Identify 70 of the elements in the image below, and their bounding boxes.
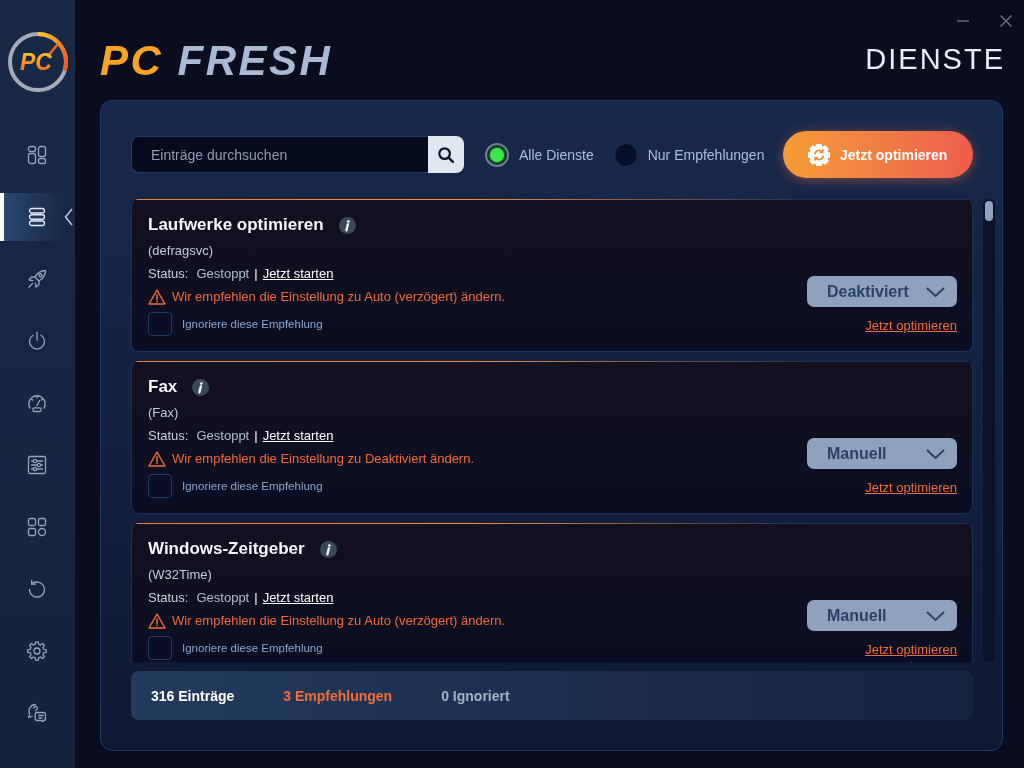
recommendation-text: Wir empfehlen die Einstellung zu Auto (verzögert) ändern. bbox=[172, 288, 506, 306]
gear-sync-icon bbox=[808, 143, 830, 166]
start-link[interactable]: Jetzt starten bbox=[262, 586, 334, 609]
summary-count: 0 Ignoriert bbox=[441, 687, 510, 704]
rocket-icon bbox=[27, 269, 47, 289]
brand-logo: PC FRESH bbox=[100, 40, 333, 82]
checkbox[interactable] bbox=[148, 474, 172, 498]
radio-label[interactable]: Alle Dienste bbox=[519, 146, 594, 163]
pipe-separator: | bbox=[254, 427, 258, 445]
info-icon[interactable] bbox=[338, 216, 356, 234]
status-value: Gestoppt bbox=[196, 427, 250, 445]
checkbox-label: Ignoriere diese Empfehlung bbox=[182, 318, 323, 330]
info-icon[interactable] bbox=[192, 378, 210, 396]
sliders-icon bbox=[27, 455, 47, 475]
optimize-link[interactable]: Jetzt optimieren bbox=[865, 317, 957, 335]
search-icon bbox=[438, 146, 454, 163]
status-label: Status: bbox=[148, 265, 189, 283]
checkbox[interactable] bbox=[148, 312, 172, 336]
startup-type-dropdown[interactable]: Manuell bbox=[807, 438, 957, 469]
service-title: Windows-Zeitgeber bbox=[148, 539, 305, 559]
speedometer-icon bbox=[27, 393, 47, 413]
status-value: Gestoppt bbox=[196, 265, 250, 283]
scrollbar-thumb[interactable] bbox=[985, 201, 993, 221]
radio-button[interactable] bbox=[485, 142, 509, 167]
chevron-down-icon bbox=[926, 448, 945, 459]
optimize-link[interactable]: Jetzt optimieren bbox=[865, 479, 957, 497]
status-label: Status: bbox=[148, 427, 189, 445]
grid-icon bbox=[27, 517, 47, 537]
service-title: Fax bbox=[148, 377, 178, 397]
warning-icon bbox=[148, 450, 166, 467]
warning-icon bbox=[148, 612, 166, 629]
start-link[interactable]: Jetzt starten bbox=[262, 424, 334, 447]
recommendation-text: Wir empfehlen die Einstellung zu Deaktiviert ändern. bbox=[172, 450, 475, 468]
settings-icon bbox=[27, 641, 47, 661]
optimize-link[interactable]: Jetzt optimieren bbox=[865, 641, 957, 659]
circular-arrow-icon bbox=[27, 579, 47, 599]
status-label: Status: bbox=[148, 589, 189, 607]
info-icon[interactable] bbox=[319, 540, 337, 558]
chevron-down-icon bbox=[926, 610, 945, 621]
nav-item[interactable] bbox=[0, 193, 75, 241]
pipe-separator: | bbox=[254, 589, 258, 607]
service-title: Laufwerke optimieren bbox=[148, 215, 324, 235]
app-logo: PC bbox=[8, 32, 68, 92]
pipe-separator: | bbox=[254, 265, 258, 283]
summary-count: 316 Einträge bbox=[151, 687, 235, 704]
power-icon bbox=[27, 331, 47, 351]
page-title: DIENSTE bbox=[865, 45, 1005, 74]
service-id: (defragsvc) bbox=[148, 242, 214, 260]
start-link[interactable]: Jetzt starten bbox=[262, 262, 334, 285]
search-field[interactable]: Einträge durchsuchen bbox=[131, 136, 428, 173]
summary-count: 3 Empfehlungen bbox=[283, 687, 393, 704]
chevron-down-icon bbox=[926, 286, 945, 297]
radio-label[interactable]: Nur Empfehlungen bbox=[647, 146, 765, 163]
warning-icon bbox=[148, 288, 166, 305]
chevron-left-icon bbox=[64, 208, 73, 226]
service-id: (W32Time) bbox=[148, 566, 212, 584]
close-icon[interactable] bbox=[1000, 15, 1012, 27]
checkbox-label: Ignoriere diese Empfehlung bbox=[182, 642, 323, 654]
search-button[interactable] bbox=[428, 136, 464, 173]
checkbox-label: Ignoriere diese Empfehlung bbox=[182, 480, 323, 492]
checkbox[interactable] bbox=[148, 636, 172, 660]
startup-type-dropdown[interactable]: Deaktiviert bbox=[807, 276, 957, 307]
dashboard-icon bbox=[27, 145, 47, 165]
radio-button[interactable] bbox=[613, 142, 638, 167]
startup-type-dropdown[interactable]: Manuell bbox=[807, 600, 957, 631]
recommendation-text: Wir empfehlen die Einstellung zu Auto (verzögert) ändern. bbox=[172, 612, 506, 630]
status-value: Gestoppt bbox=[196, 589, 250, 607]
service-id: (Fax) bbox=[148, 404, 179, 422]
help-chat-icon bbox=[27, 703, 47, 723]
list-icon bbox=[27, 207, 47, 227]
